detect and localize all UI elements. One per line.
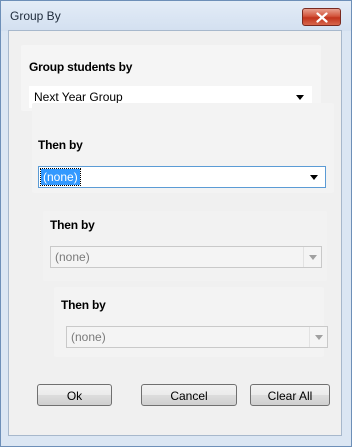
then-by-panel-3: Then by (none) xyxy=(54,287,328,357)
group-students-by-value: Next Year Group xyxy=(34,90,123,104)
title-bar[interactable]: Group By xyxy=(1,1,351,31)
then-by-value-1: (none) xyxy=(40,168,81,186)
group-students-by-panel: Group students by Next Year Group xyxy=(21,45,321,111)
close-button[interactable] xyxy=(302,8,341,26)
chevron-down-icon xyxy=(296,95,304,100)
then-by-dropdown-1[interactable]: (none) xyxy=(38,166,326,188)
then-by-dropdown-2[interactable]: (none) xyxy=(50,246,322,268)
chevron-down-icon xyxy=(310,175,318,180)
then-by-value-3: (none) xyxy=(71,330,106,344)
then-by-label-3: Then by xyxy=(61,298,106,312)
dialog-client-area: Group students by Next Year Group Then b… xyxy=(8,30,342,436)
window-title: Group By xyxy=(10,9,61,23)
close-icon xyxy=(316,12,328,23)
then-by-panel-1: Then by (none) xyxy=(32,103,334,193)
ok-button[interactable]: Ok xyxy=(37,384,112,406)
then-by-label-2: Then by xyxy=(50,218,95,232)
chevron-down-icon xyxy=(315,335,323,340)
then-by-value-2: (none) xyxy=(55,250,90,264)
bottom-frame xyxy=(8,436,342,445)
cancel-button[interactable]: Cancel xyxy=(141,384,237,406)
then-by-dropdown-3[interactable]: (none) xyxy=(66,326,328,348)
chevron-down-icon xyxy=(309,255,317,260)
then-by-label-1: Then by xyxy=(38,138,83,152)
group-students-by-label: Group students by xyxy=(29,60,133,74)
clear-all-button[interactable]: Clear All xyxy=(250,384,330,406)
then-by-panel-2: Then by (none) xyxy=(43,211,327,281)
